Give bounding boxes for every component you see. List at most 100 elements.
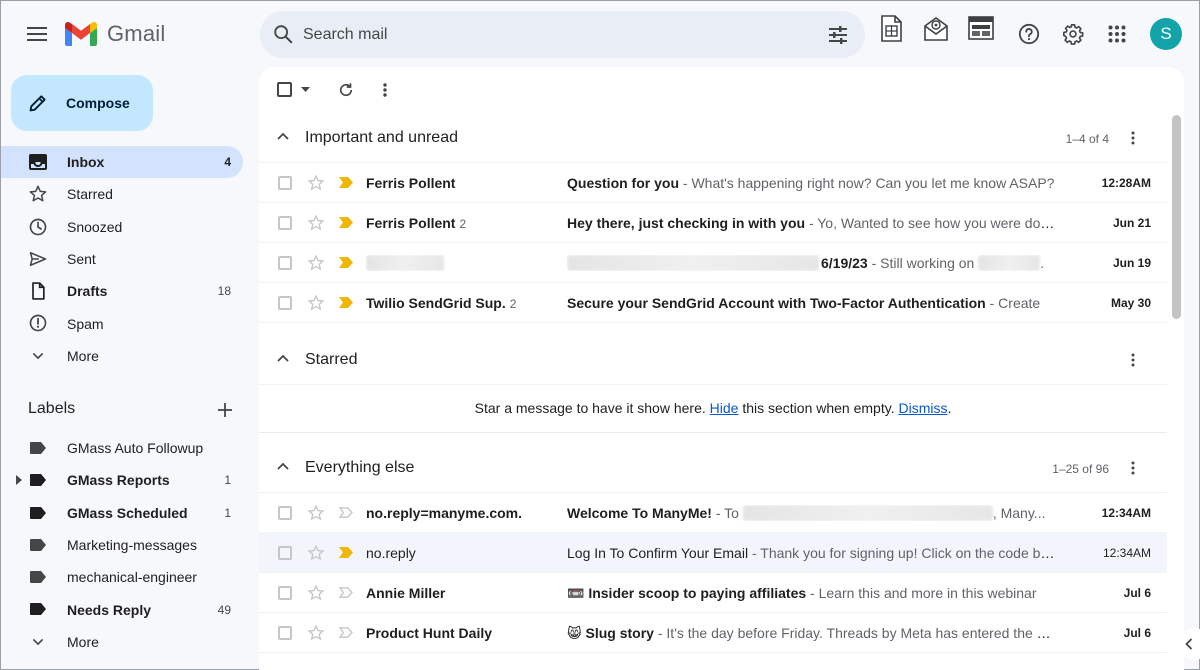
gmail-logo[interactable]: Gmail xyxy=(65,21,165,47)
caret-right-icon[interactable] xyxy=(16,475,22,486)
table-row[interactable]: no.reply=manyme.com. Welcome To ManyMe! … xyxy=(259,493,1167,534)
help-icon xyxy=(1018,23,1040,45)
section-important: Important and unread 1–4 of 4 xyxy=(259,115,1167,163)
label-item[interactable]: GMass Reports 1 xyxy=(1,464,243,496)
row-checkbox[interactable] xyxy=(278,296,292,310)
label-item[interactable]: GMass Auto Followup xyxy=(1,432,243,464)
important-marker-icon[interactable] xyxy=(339,547,353,558)
star-icon[interactable] xyxy=(307,174,325,192)
star-icon[interactable] xyxy=(307,294,325,312)
star-icon[interactable] xyxy=(307,254,325,272)
label-name: GMass Auto Followup xyxy=(67,440,204,457)
account-avatar[interactable]: S xyxy=(1150,18,1182,50)
app-name: Gmail xyxy=(107,21,166,46)
search-options-button[interactable] xyxy=(818,15,858,55)
nav-item-sent[interactable]: Sent xyxy=(1,243,243,275)
side-panel-toggle[interactable] xyxy=(1177,629,1200,659)
row-snippet: , Many... xyxy=(992,505,1046,521)
table-row[interactable]: Annie Miller 📼 Insider scoop to paying a… xyxy=(259,573,1167,614)
table-row[interactable]: 6/19/23 - Still working on . Jun 19 xyxy=(259,243,1167,284)
label-item[interactable]: GMass Scheduled 1 xyxy=(1,497,243,529)
nav-label: Drafts xyxy=(67,283,108,300)
star-icon[interactable] xyxy=(307,584,325,602)
star-icon[interactable] xyxy=(307,214,325,232)
important-marker-outline-icon[interactable] xyxy=(339,627,353,638)
search-input[interactable] xyxy=(303,23,753,47)
nav-label: Starred xyxy=(67,186,113,203)
row-checkbox[interactable] xyxy=(278,176,292,190)
nav-label: Snoozed xyxy=(67,218,123,235)
more-vert-icon[interactable] xyxy=(383,83,387,97)
row-snippet: - Learn this and more in this webinar xyxy=(806,585,1037,601)
row-checkbox[interactable] xyxy=(278,586,292,600)
row-sender: Ferris Pollent xyxy=(366,175,456,191)
chevron-down-icon xyxy=(33,352,44,360)
create-label-button[interactable] xyxy=(213,398,237,422)
nav-item-spam[interactable]: Spam xyxy=(1,307,243,339)
section-title: Everything else xyxy=(305,459,415,476)
chevron-up-icon[interactable] xyxy=(277,354,289,362)
nav-item-inbox[interactable]: Inbox 4 xyxy=(1,146,243,179)
table-row[interactable]: Ferris Pollent 2 Hey there, just checking… xyxy=(259,203,1167,244)
search-bar[interactable] xyxy=(260,11,865,58)
row-date: Jul 6 xyxy=(1123,586,1151,600)
select-all-checkbox[interactable] xyxy=(277,82,292,97)
labels-more[interactable]: More xyxy=(1,626,243,658)
more-vert-icon[interactable] xyxy=(1131,461,1135,475)
send-icon xyxy=(29,251,47,266)
table-row[interactable]: Ferris Pollent Question for you - What's… xyxy=(259,163,1167,204)
email-addon-button[interactable] xyxy=(923,15,949,43)
table-row[interactable]: no.reply Log In To Confirm Your Email - … xyxy=(259,533,1167,574)
chevron-up-icon[interactable] xyxy=(277,132,289,140)
nav-count: 4 xyxy=(224,155,231,170)
label-item[interactable]: Marketing-messages xyxy=(1,529,243,561)
star-icon[interactable] xyxy=(307,504,325,522)
more-vert-icon[interactable] xyxy=(1131,353,1135,367)
important-marker-outline-icon[interactable] xyxy=(339,587,353,598)
table-row[interactable]: Product Hunt Daily 😸 Slug story - It's t… xyxy=(259,613,1167,654)
star-icon[interactable] xyxy=(307,624,325,642)
clock-icon xyxy=(29,218,47,235)
row-checkbox[interactable] xyxy=(278,546,292,560)
row-checkbox[interactable] xyxy=(278,256,292,270)
important-marker-icon[interactable] xyxy=(339,257,353,268)
label-name: GMass Reports xyxy=(67,472,170,489)
select-dropdown-icon[interactable] xyxy=(301,87,310,92)
scrollbar-thumb[interactable] xyxy=(1172,115,1181,319)
support-button[interactable] xyxy=(1009,14,1049,54)
important-marker-icon[interactable] xyxy=(339,177,353,188)
label-name: GMass Scheduled xyxy=(67,504,188,521)
star-icon[interactable] xyxy=(307,544,325,562)
row-date: 12:34AM xyxy=(1101,506,1151,520)
dismiss-link[interactable]: Dismiss xyxy=(898,400,947,416)
main-menu-button[interactable] xyxy=(18,14,58,54)
apps-button[interactable] xyxy=(1097,14,1137,54)
nav-item-drafts[interactable]: Drafts 18 xyxy=(1,275,243,307)
more-vert-icon[interactable] xyxy=(1131,131,1135,145)
label-item[interactable]: mechanical-engineer xyxy=(1,561,243,593)
mail-list-panel: Important and unread 1–4 of 4 Ferris Pol… xyxy=(259,67,1184,670)
nav-item-more[interactable]: More xyxy=(1,340,243,372)
settings-button[interactable] xyxy=(1053,14,1093,54)
nav-item-starred[interactable]: Starred xyxy=(1,178,243,210)
search-icon[interactable] xyxy=(272,23,294,45)
template-addon-button[interactable] xyxy=(968,15,994,41)
table-row[interactable]: Twilio SendGrid Sup. 2 Secure your SendGr… xyxy=(259,283,1167,324)
row-subject: Secure your SendGrid Account with Two-Fa… xyxy=(567,295,986,311)
inbox-icon xyxy=(29,154,47,170)
important-marker-icon[interactable] xyxy=(339,297,353,308)
row-sender: Twilio SendGrid Sup. 2 xyxy=(366,295,517,311)
row-snippet: - Yo, Wanted to see how you were doing xyxy=(805,215,1057,231)
hide-section-link[interactable]: Hide xyxy=(710,400,739,416)
row-checkbox[interactable] xyxy=(278,506,292,520)
row-checkbox[interactable] xyxy=(278,626,292,640)
label-item[interactable]: Needs Reply 49 xyxy=(1,593,243,625)
important-marker-icon[interactable] xyxy=(339,217,353,228)
chevron-up-icon[interactable] xyxy=(277,462,289,470)
sheets-addon-button[interactable] xyxy=(879,15,903,43)
nav-item-snoozed[interactable]: Snoozed xyxy=(1,211,243,243)
refresh-icon[interactable] xyxy=(337,81,355,99)
important-marker-outline-icon[interactable] xyxy=(339,507,353,518)
row-checkbox[interactable] xyxy=(278,216,292,230)
compose-button[interactable]: Compose xyxy=(11,75,153,131)
